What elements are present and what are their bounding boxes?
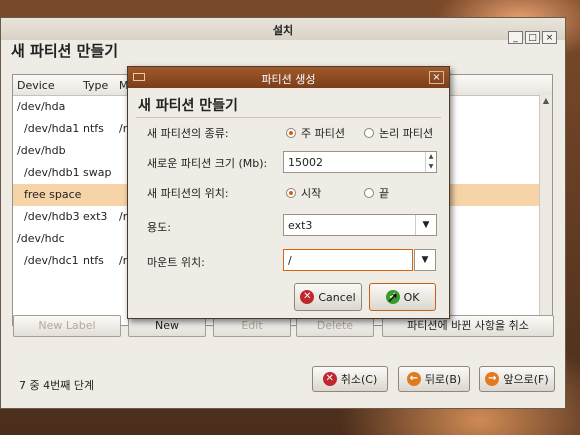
radio-unchecked-icon (364, 188, 374, 198)
partition-size-spinner[interactable]: 15002 ▲ ▼ (283, 151, 437, 173)
dialog-cancel-label: Cancel (318, 290, 356, 304)
radio-checked-icon (286, 128, 296, 138)
window-controls: _ □ × (508, 31, 557, 44)
create-partition-dialog: 파티션 생성 × 새 파티션 만들기 새 파티션의 종류: 주 파티션 논리 파… (127, 66, 450, 319)
mouse-pointer-icon: ➚ (387, 290, 399, 306)
cell-device: /dev/hdc (17, 232, 65, 245)
new-label-button[interactable]: New Label (13, 315, 121, 337)
dialog-close-icon[interactable]: × (429, 71, 444, 84)
position-start-radio[interactable]: 시작 (286, 185, 321, 201)
use-as-label: 용도: (147, 221, 171, 234)
partition-position-label: 새 파티션의 위치: (147, 187, 229, 200)
use-as-select[interactable]: ext3 ▼ (283, 214, 437, 236)
cancel-icon: ✕ (300, 290, 315, 304)
dialog-titlebar: 파티션 생성 × (128, 67, 449, 88)
forward-button[interactable]: → 앞으로(F) (479, 366, 555, 392)
column-header-type[interactable]: Type (83, 79, 108, 92)
dialog-ok-label: OK (403, 290, 420, 304)
partition-size-value: 15002 (288, 156, 323, 169)
dialog-divider (136, 117, 441, 118)
cell-type: ntfs (83, 254, 104, 267)
minimize-button[interactable]: _ (508, 31, 523, 44)
cell-type: ext3 (83, 210, 108, 223)
cancel-icon: ✕ (322, 372, 337, 386)
arrow-right-icon: → (485, 372, 500, 386)
logical-partition-radio[interactable]: 논리 파티션 (364, 125, 433, 141)
cell-mount: /r (119, 210, 128, 223)
close-button[interactable]: × (542, 31, 557, 44)
cell-device: /dev/hdb3 (24, 210, 80, 223)
position-end-label: 끝 (379, 187, 390, 200)
mount-point-value: / (288, 254, 292, 267)
back-button[interactable]: ← 뒤로(B) (398, 366, 470, 392)
cell-device: /dev/hdb1 (24, 166, 80, 179)
primary-partition-label: 주 파티션 (301, 127, 345, 140)
chevron-down-icon[interactable]: ▼ (415, 215, 436, 235)
radio-checked-icon (286, 188, 296, 198)
scroll-up-icon[interactable]: ▲ (540, 95, 552, 107)
cell-device: /dev/hda (17, 100, 66, 113)
cell-type: swap (83, 166, 112, 179)
cell-device: /dev/hdc1 (24, 254, 79, 267)
forward-label: 앞으로(F) (503, 373, 549, 386)
partition-size-label: 새로운 파티션 크기 (Mb): (147, 157, 268, 170)
window-titlebar: 설치 (1, 18, 565, 40)
page-title: 새 파티션 만들기 (11, 42, 119, 60)
position-end-radio[interactable]: 끝 (364, 185, 389, 201)
use-as-value: ext3 (288, 219, 313, 232)
chevron-down-icon[interactable]: ▼ (415, 250, 435, 270)
cell-type: ntfs (83, 122, 104, 135)
partition-type-label: 새 파티션의 종류: (147, 127, 229, 140)
mount-point-dropdown[interactable]: ▼ (414, 249, 436, 271)
table-scrollbar[interactable]: ▲ ▼ (539, 95, 552, 325)
cell-mount: /r (119, 254, 128, 267)
cell-mount: /r (119, 122, 128, 135)
primary-partition-radio[interactable]: 주 파티션 (286, 125, 345, 141)
window-title: 설치 (272, 24, 294, 37)
mount-point-combo[interactable]: / (283, 249, 413, 271)
cancel-install-label: 취소(C) (340, 373, 378, 386)
mount-point-label: 마운트 위치: (147, 256, 205, 269)
logical-partition-label: 논리 파티션 (379, 127, 434, 140)
dialog-cancel-button[interactable]: ✕ Cancel (294, 283, 362, 311)
cancel-install-button[interactable]: ✕ 취소(C) (312, 366, 388, 392)
spin-arrows-icon[interactable]: ▲ ▼ (425, 152, 436, 172)
column-header-device[interactable]: Device (17, 79, 55, 92)
step-status: 7 중 4번째 단계 (19, 379, 95, 392)
back-label: 뒤로(B) (424, 373, 462, 386)
radio-unchecked-icon (364, 128, 374, 138)
dialog-ok-button[interactable]: ✓ OK (369, 283, 436, 311)
cell-device: /dev/hda1 (24, 122, 80, 135)
dialog-title: 파티션 생성 (261, 73, 316, 86)
arrow-left-icon: ← (406, 372, 421, 386)
cell-device: /dev/hdb (17, 144, 66, 157)
position-start-label: 시작 (301, 187, 322, 200)
cell-device: free space (24, 188, 82, 201)
dialog-heading: 새 파티션 만들기 (138, 98, 238, 114)
maximize-button[interactable]: □ (525, 31, 540, 44)
